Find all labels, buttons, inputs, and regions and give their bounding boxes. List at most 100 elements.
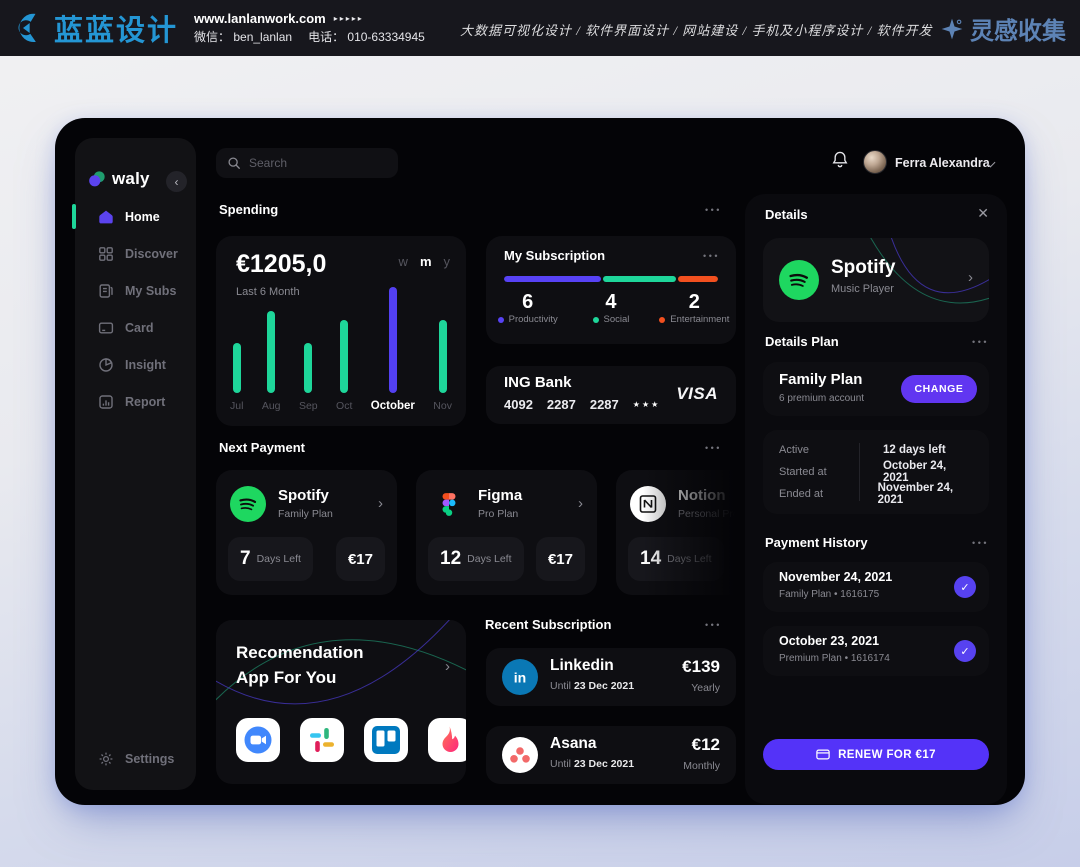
recommendation-title: Recomendation App For You — [236, 640, 364, 690]
close-icon[interactable]: ✕ — [977, 205, 989, 222]
sidebar-item-label: Card — [125, 321, 153, 335]
banner-wechat: 微信： ben_lanlan — [194, 28, 292, 45]
linkedin-icon: in — [502, 659, 538, 695]
search-input[interactable] — [249, 156, 369, 170]
app-plan: Personal Pro — [678, 508, 739, 520]
svg-text:in: in — [514, 670, 526, 686]
payment-history-row[interactable]: October 23, 2021 Premium Plan • 1616174 … — [763, 626, 989, 676]
recommendation-title-line1: Recomendation — [236, 640, 364, 665]
chevron-right-icon[interactable]: › — [378, 495, 383, 512]
lanlan-logo-icon — [8, 8, 48, 48]
sidebar-item-label: My Subs — [125, 284, 176, 298]
subscription-cycle: Monthly — [683, 760, 720, 772]
notification-bell-icon[interactable] — [831, 150, 849, 170]
recent-asana-row[interactable]: Asana Until 23 Dec 2021 €12 Monthly — [486, 726, 736, 784]
bar-October: October — [371, 287, 415, 412]
stat-value: 6 — [522, 290, 533, 314]
sidebar-item-label: Discover — [125, 247, 178, 261]
spending-more-icon[interactable]: ••• — [705, 205, 722, 215]
sidebar-item-settings[interactable]: Settings — [75, 740, 174, 777]
sidebar-item-my-subs[interactable]: My Subs — [75, 272, 196, 309]
inspiration-collect-link[interactable]: 灵感收集 — [940, 11, 1066, 46]
spending-card: €1205,0 Last 6 Month w m y JulAugSepOctO… — [216, 236, 466, 426]
details-plan-more-icon[interactable]: ••• — [972, 337, 989, 347]
app-name: Spotify — [278, 487, 329, 504]
banner-services: 大数据可视化设计 / 软件界面设计 / 网站建设 / 手机及小程序设计 / 软件… — [460, 20, 910, 39]
until-label: Until — [550, 680, 571, 692]
next-payment-section-title: Next Payment — [219, 440, 305, 455]
next-payment-spotify-card[interactable]: Spotify Family Plan › 7 Days Left €17 — [216, 470, 397, 595]
payment-history-row[interactable]: November 24, 2021 Family Plan • 1616175 … — [763, 562, 989, 612]
sidebar-item-insight[interactable]: Insight — [75, 346, 196, 383]
spotify-icon — [230, 486, 266, 522]
chevron-right-icon[interactable]: › — [578, 495, 583, 512]
top-banner: 蓝蓝设计 www.lanlanwork.com ▸▸▸▸▸ 微信： ben_la… — [0, 0, 1080, 56]
payment-history-more-icon[interactable]: ••• — [972, 538, 989, 548]
payment-history-title: Payment History — [765, 535, 868, 550]
sidebar-item-report[interactable]: Report — [75, 383, 196, 420]
subscription-until: Until 23 Dec 2021 — [550, 680, 634, 692]
spending-amount: €1205,0 — [236, 250, 326, 279]
tinder-app-icon[interactable] — [428, 718, 466, 762]
slack-app-icon[interactable] — [300, 718, 344, 762]
grid-icon — [98, 246, 114, 262]
tinder-icon — [428, 718, 466, 762]
legend-label: Social — [604, 314, 630, 325]
toggle-year[interactable]: y — [444, 254, 451, 269]
status-label: Started at — [779, 466, 861, 478]
recommendation-title-line2: App For You — [236, 665, 364, 690]
details-app-card[interactable]: Spotify Music Player › — [763, 238, 989, 322]
sidebar-collapse-button[interactable]: ‹ — [166, 171, 187, 192]
search-bar[interactable] — [216, 148, 398, 178]
status-value: November 24, 2021 — [856, 482, 975, 506]
subscription-stats: 6 Productivity 4 Social 2 Entertainment — [486, 290, 736, 325]
price-pill: €17 — [336, 537, 385, 581]
bank-name: ING Bank — [504, 374, 572, 391]
stat-value: 2 — [689, 290, 700, 314]
bar-Nov: Nov — [433, 320, 452, 412]
asana-icon — [502, 737, 538, 773]
history-date: November 24, 2021 — [779, 570, 892, 584]
renew-button[interactable]: RENEW FOR €17 — [763, 739, 989, 770]
stat-social: 4 Social — [569, 290, 652, 325]
toggle-week[interactable]: w — [399, 254, 408, 269]
days-left-pill: 14 Days Left — [628, 537, 724, 581]
plan-card: Family Plan 6 premium account CHANGE — [763, 362, 989, 416]
period-toggle: w m y — [399, 254, 450, 269]
notion-icon — [630, 486, 666, 522]
plan-status-card: Active 12 days left Started at October 2… — [763, 430, 989, 514]
zoom-app-icon[interactable] — [236, 718, 280, 762]
toggle-month[interactable]: m — [420, 254, 432, 269]
plan-name: Family Plan — [779, 371, 862, 388]
arrows-icon: ▸▸▸▸▸ — [334, 14, 364, 23]
subscription-more-icon[interactable]: ••• — [703, 251, 720, 261]
legend-dot — [659, 317, 665, 323]
pie-chart-icon — [98, 357, 114, 373]
subscription-name: Linkedin — [550, 657, 614, 675]
banner-website-link[interactable]: www.lanlanwork.com — [194, 11, 326, 26]
credit-card-icon — [98, 320, 114, 336]
trello-app-icon[interactable] — [364, 718, 408, 762]
user-avatar[interactable] — [863, 150, 887, 174]
until-label: Until — [550, 758, 571, 770]
recent-more-icon[interactable]: ••• — [705, 620, 722, 630]
stat-productivity: 6 Productivity — [486, 290, 569, 325]
details-app-type: Music Player — [831, 283, 894, 295]
sidebar-item-home[interactable]: Home — [75, 198, 196, 235]
bank-card[interactable]: ING Bank 4092 2287 2287 ★★★ VISA — [486, 366, 736, 424]
change-plan-button[interactable]: CHANGE — [901, 375, 977, 403]
next-payment-more-icon[interactable]: ••• — [705, 443, 722, 453]
history-desc: Premium Plan • 1616174 — [779, 653, 890, 664]
recommendation-card[interactable]: Recomendation App For You › — [216, 620, 466, 784]
price-pill: €17 — [536, 537, 585, 581]
sidebar-item-card[interactable]: Card — [75, 309, 196, 346]
sidebar-item-discover[interactable]: Discover — [75, 235, 196, 272]
subscription-until: Until 23 Dec 2021 — [550, 758, 634, 770]
days-unit: Days Left — [667, 553, 711, 565]
chevron-right-icon[interactable]: › — [968, 269, 973, 286]
banner-phone: 电话： 010-63334945 — [308, 28, 425, 45]
chevron-right-icon[interactable]: › — [445, 658, 450, 675]
next-payment-figma-card[interactable]: Figma Pro Plan › 12 Days Left €17 — [416, 470, 597, 595]
recent-linkedin-row[interactable]: in Linkedin Until 23 Dec 2021 €139 Yearl… — [486, 648, 736, 706]
card-icon — [816, 749, 830, 760]
